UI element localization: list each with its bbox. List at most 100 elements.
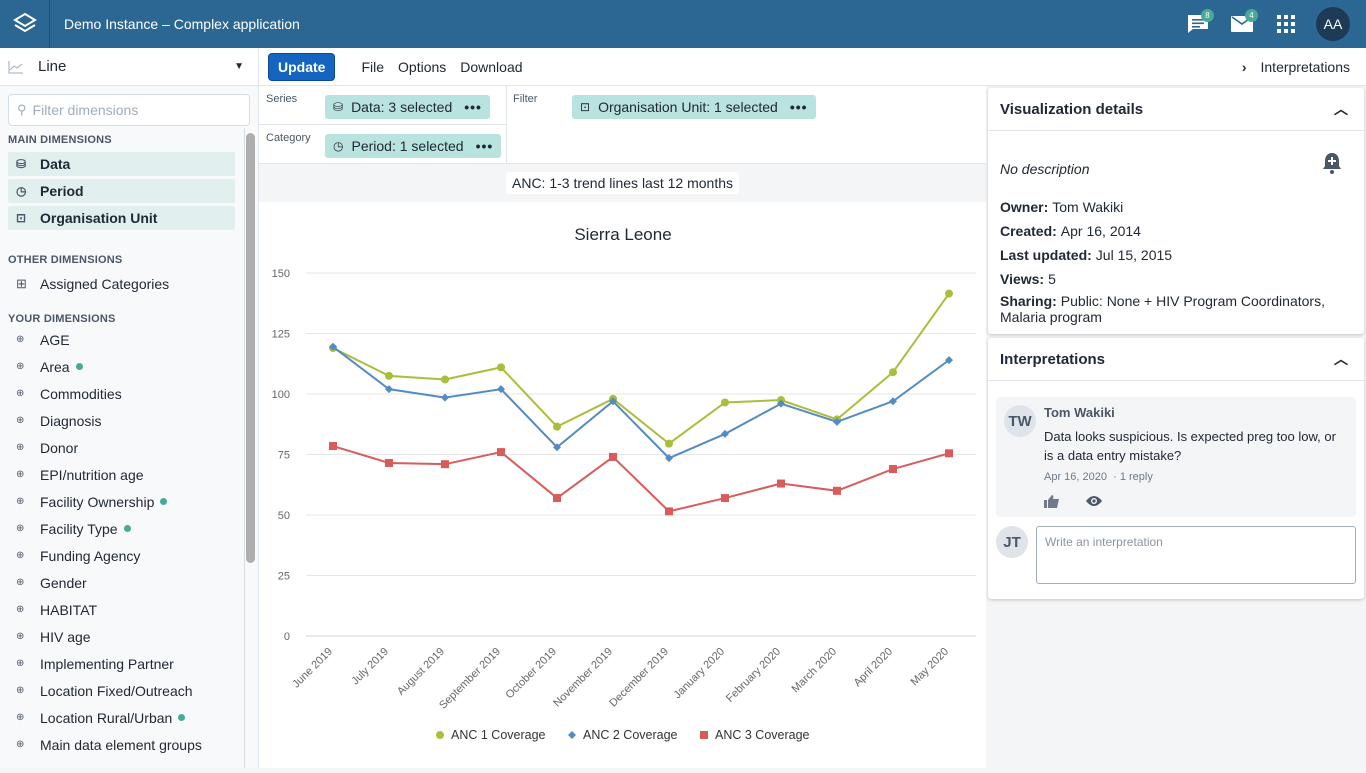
details-header[interactable]: Visualization details ︿ — [988, 88, 1364, 131]
interpretations-header[interactable]: Interpretations ︿ — [988, 338, 1364, 381]
dimension-item[interactable]: ⊕ Facility Type — [0, 515, 258, 542]
created-row: Created: Apr 16, 2014 — [1000, 223, 1141, 239]
dimension-item[interactable]: ⊕ Funding Agency — [0, 542, 258, 569]
dimension-data[interactable]: ⛁ Data — [8, 152, 235, 176]
other-dimensions-title: OTHER DIMENSIONS — [8, 254, 123, 266]
legend-marker — [436, 731, 444, 739]
filter-org-unit-chip[interactable]: ⊡ Organisation Unit: 1 selected ••• — [572, 95, 816, 119]
reply-count[interactable]: · 1 reply — [1113, 471, 1153, 483]
interpretations-title: Interpretations — [1000, 350, 1106, 368]
user-avatar[interactable]: AA — [1316, 7, 1350, 41]
dimension-item[interactable]: ⊕ Commodities — [0, 380, 258, 407]
visualization-title[interactable]: ANC: 1-3 trend lines last 12 months — [506, 172, 739, 194]
details-title: Visualization details — [1000, 100, 1144, 118]
thumbs-up-icon[interactable] — [1044, 494, 1060, 508]
data-point — [945, 289, 953, 298]
chart-area: Sierra Leone 0 25 50 75 100 125 150 June 2019 Jul… — [259, 202, 986, 768]
interpretation-text: Data looks suspicious. Is expected preg … — [1044, 429, 1336, 463]
clock-icon: ◷ — [333, 139, 344, 153]
dimension-item[interactable]: ⊕ Main data element groups — [0, 731, 258, 758]
x-tick-label: July 2019 — [349, 646, 391, 688]
data-point — [833, 486, 841, 495]
main-dimensions-title: MAIN DIMENSIONS — [8, 134, 112, 146]
series-line-3 — [332, 445, 950, 513]
vis-type-label: Line — [38, 58, 67, 75]
apps-button[interactable] — [1264, 0, 1308, 48]
dimension-item[interactable]: ⊕ Location Rural/Urban — [0, 704, 258, 731]
filter-dimensions-input[interactable] — [32, 102, 233, 118]
series-axis-label: Series — [266, 93, 298, 105]
chip-label: Period: 1 selected — [351, 138, 464, 154]
search-icon: ⚲ — [17, 102, 27, 117]
dimension-item[interactable]: ⊕ HIV age — [0, 623, 258, 650]
dhis2-logo-icon — [12, 12, 37, 33]
data-point — [665, 439, 673, 448]
interpretation-item[interactable]: TW Tom Wakiki Data looks suspicious. Is … — [996, 397, 1356, 517]
dimension-assigned-categories[interactable]: ⊞ Assigned Categories — [0, 270, 258, 297]
dimension-item[interactable]: ⊕ Area — [0, 353, 258, 380]
line-chart: Sierra Leone 0 25 50 75 100 125 150 June 2019 Jul… — [272, 225, 976, 742]
interpretations-card: Interpretations ︿ TW Tom Wakiki Data loo… — [988, 338, 1364, 599]
dimension-item[interactable]: ⊕ Location Fixed/Outreach — [0, 677, 258, 704]
series-data-chip[interactable]: ⛁ Data: 3 selected ••• — [325, 95, 490, 119]
messages-button[interactable]: 8 — [1176, 0, 1220, 48]
menu-bar: Update File Options Download › Interpret… — [259, 48, 1366, 86]
sidebar-scrollbar[interactable] — [246, 133, 255, 563]
app-logo[interactable] — [0, 0, 50, 48]
more-icon[interactable]: ••• — [476, 138, 494, 154]
dynamic-dimension-icon: ⊕ — [16, 361, 25, 372]
dynamic-dimension-icon: ⊕ — [16, 442, 25, 453]
data-point — [889, 465, 897, 474]
write-interpretation-input[interactable] — [1036, 526, 1356, 584]
download-menu[interactable]: Download — [460, 59, 522, 75]
messages-badge: 8 — [1201, 9, 1214, 22]
dynamic-dimension-icon: ⊕ — [16, 604, 25, 615]
interpretation-meta: Apr 16, 2020 · 1 reply — [1044, 471, 1153, 483]
y-tick-label: 75 — [278, 450, 290, 462]
mail-button[interactable]: 4 — [1220, 0, 1264, 48]
x-tick-label: June 2019 — [290, 646, 335, 691]
dimension-item[interactable]: ⊕ Diagnosis — [0, 407, 258, 434]
dimension-item[interactable]: ⊕ AGE — [0, 326, 258, 353]
legend-item[interactable]: ANC 1 Coverage — [451, 728, 546, 742]
chevron-up-icon[interactable]: ︿ — [1334, 99, 1348, 119]
chevron-up-icon[interactable]: ︿ — [1334, 349, 1348, 369]
interpretations-toggle[interactable]: › Interpretations — [1242, 59, 1350, 75]
active-indicator-dot — [123, 525, 131, 532]
dimension-item[interactable]: ⊕ Implementing Partner — [0, 650, 258, 677]
dimension-item[interactable]: ⊕ EPI/nutrition age — [0, 461, 258, 488]
legend-item[interactable]: ANC 3 Coverage — [715, 728, 810, 742]
interpretation-date: Apr 16, 2020 — [1044, 471, 1107, 483]
subscribe-bell-icon[interactable] — [1322, 152, 1342, 174]
chevron-right-icon: › — [1241, 58, 1247, 75]
dimension-item[interactable]: ⊕ Donor — [0, 434, 258, 461]
dimension-org-unit[interactable]: ⊡ Organisation Unit — [8, 206, 235, 230]
dimension-period[interactable]: ◷ Period — [8, 179, 235, 203]
vis-type-selector[interactable]: Line ▼ — [0, 48, 258, 86]
category-period-chip[interactable]: ◷ Period: 1 selected ••• — [325, 134, 502, 158]
dimension-label: Implementing Partner — [40, 655, 174, 672]
app-title: Demo Instance – Complex application — [64, 16, 300, 32]
data-point — [441, 460, 449, 469]
options-menu[interactable]: Options — [398, 59, 446, 75]
dimension-label: Diagnosis — [40, 412, 102, 429]
filter-dimensions-field[interactable]: ⚲ — [8, 94, 250, 126]
eye-icon[interactable] — [1086, 495, 1102, 507]
more-icon[interactable]: ••• — [790, 99, 808, 115]
data-point — [777, 479, 785, 488]
y-tick-label: 125 — [272, 329, 290, 341]
dimension-label: EPI/nutrition age — [40, 466, 144, 483]
chip-label: Data: 3 selected — [351, 99, 453, 115]
chart-title: Sierra Leone — [574, 225, 671, 244]
dimension-item[interactable]: ⊕ HABITAT — [0, 596, 258, 623]
current-user-avatar: JT — [996, 526, 1028, 558]
clock-icon: ◷ — [16, 184, 27, 198]
update-button[interactable]: Update — [268, 52, 336, 81]
dimension-item[interactable]: ⊕ Gender — [0, 569, 258, 596]
x-tick-label: January 2020 — [671, 646, 727, 702]
dimension-item[interactable]: ⊕ Facility Ownership — [0, 488, 258, 515]
file-menu[interactable]: File — [361, 59, 384, 75]
more-icon[interactable]: ••• — [464, 99, 482, 115]
legend-marker — [700, 731, 708, 739]
legend-item[interactable]: ANC 2 Coverage — [583, 728, 678, 742]
